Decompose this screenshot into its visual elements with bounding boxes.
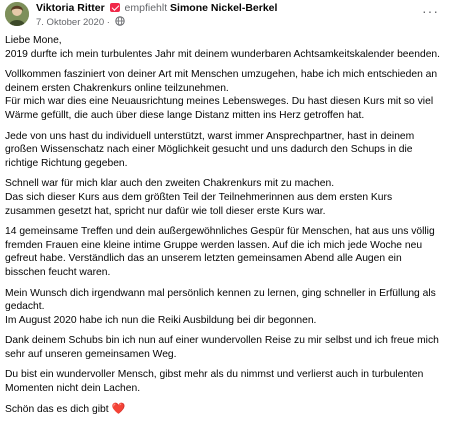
globe-icon (114, 16, 125, 26)
post-card: Viktoria Ritter empfiehlt Simone Nickel-… (0, 0, 451, 415)
post-paragraph: Mein Wunsch dich irgendwann mal persönli… (5, 287, 436, 326)
post-paragraph: Du bist ein wundervoller Mensch, gibst m… (5, 369, 424, 395)
recommend-badge-icon (109, 3, 120, 12)
author-name[interactable]: Viktoria Ritter (36, 2, 105, 14)
post-closing: Schön das es dich gibt ❤️ (5, 403, 445, 417)
post-body: Liebe Mone, 2019 durfte ich mein turbule… (5, 34, 445, 423)
avatar-image-icon (5, 2, 29, 26)
post-paragraph: Vollkommen fasziniert von deiner Art mit… (5, 69, 438, 121)
recommend-verb: empfiehlt (124, 2, 168, 14)
meta-separator: · (106, 17, 110, 28)
post-paragraph: 14 gemeinsame Treffen und dein außergewö… (5, 226, 435, 278)
author-line: Viktoria Ritter empfiehlt Simone Nickel-… (36, 2, 277, 14)
red-heart-icon: ❤️ (111, 402, 126, 415)
post-meta: 7. Oktober 2020 · (36, 16, 125, 28)
author-avatar[interactable] (5, 2, 29, 26)
post-date[interactable]: 7. Oktober 2020 (36, 17, 104, 28)
recommended-page-name[interactable]: Simone Nickel-Berkel (170, 2, 277, 14)
post-paragraph: Liebe Mone, 2019 durfte ich mein turbule… (5, 35, 441, 60)
post-paragraph: Jede von uns hast du individuell unterst… (5, 130, 415, 169)
post-paragraph: Schnell war für mich klar auch den zweit… (5, 178, 393, 217)
closing-text: Schön das es dich gibt (5, 403, 109, 415)
post-paragraph: Dank deinem Schubs bin ich nun auf einer… (5, 335, 439, 360)
post-header: Viktoria Ritter empfiehlt Simone Nickel-… (0, 0, 451, 30)
more-options-icon[interactable]: ··· (422, 4, 439, 18)
